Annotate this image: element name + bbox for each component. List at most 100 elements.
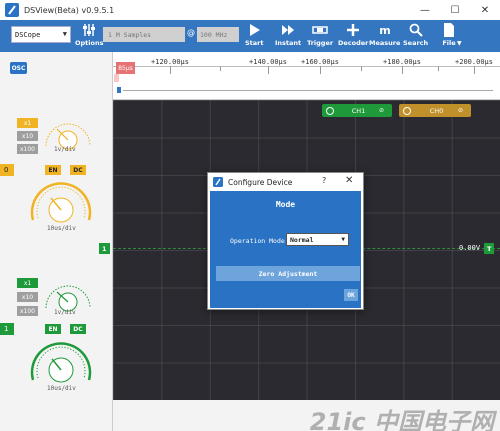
sample-rate-input[interactable]: 100 MHz	[197, 27, 239, 42]
device-select[interactable]: DSCope ▼	[11, 26, 71, 43]
dialog-heading: Mode	[275, 200, 296, 209]
ok-button[interactable]: OK	[344, 289, 358, 301]
options-label: Options	[75, 39, 104, 47]
operation-mode-label: Operation Mode	[230, 237, 285, 245]
watermark: 21ic 中国电子网	[309, 408, 494, 431]
search-label: Search	[403, 39, 429, 47]
ruler-tick-label: +200.00μs	[455, 58, 493, 66]
ruler-major-tick	[402, 66, 403, 74]
trigger-icon	[312, 26, 328, 34]
zero-adjustment-button[interactable]: Zero Adjustment	[216, 266, 360, 281]
ch0-chip-label: CH0	[429, 106, 444, 115]
instant-button[interactable]: Instant	[275, 23, 301, 51]
dialog-body: Mode Operation Mode Normal ▼ Zero Adjust…	[210, 191, 361, 308]
ruler-tick-label: +180.00μs	[383, 58, 421, 66]
ch1-vdiv-label: 1v/div	[54, 146, 76, 153]
ch0-tdiv-knob[interactable]	[26, 336, 96, 392]
ch0-level-marker[interactable]: 1	[0, 323, 14, 335]
ch0-coupling-button[interactable]: DC	[70, 324, 86, 334]
maximize-button[interactable]: ☐	[440, 0, 470, 20]
chevron-down-icon: ▼	[62, 30, 67, 38]
ch1-tdiv-knob[interactable]	[26, 176, 96, 232]
visibility-icon[interactable]: ⊘	[379, 107, 389, 114]
channel-dot-icon	[326, 106, 334, 115]
file-button[interactable]: File	[441, 23, 457, 51]
ruler-minor-tick	[220, 66, 221, 71]
window-title: DSView(Beta) v0.9.5.1	[24, 5, 115, 15]
search-button[interactable]: Search	[403, 23, 428, 51]
title-bar: DSView(Beta) v0.9.5.1 — ☐ ✕	[0, 0, 500, 20]
configure-device-dialog: Configure Device ? ✕ Mode Operation Mode…	[207, 172, 364, 310]
operation-mode-value: Normal	[290, 235, 314, 244]
visibility-icon[interactable]: ⊘	[458, 107, 468, 114]
ch1-tdiv-label: 10us/div	[47, 225, 76, 232]
ruler-minor-tick	[438, 66, 439, 71]
measure-label: Measure	[369, 39, 401, 47]
scroll-thumb[interactable]	[117, 87, 121, 93]
at-separator: @	[187, 28, 195, 37]
measure-button[interactable]: m Measure	[369, 23, 400, 51]
sample-count-input[interactable]: 1 M Samples	[103, 27, 185, 42]
channel-offset-marker[interactable]: 1	[99, 243, 110, 254]
ch0-range-x100[interactable]: x100	[17, 306, 38, 316]
mode-badge[interactable]: OSC	[10, 62, 27, 74]
ch1-enable-button[interactable]: EN	[45, 165, 61, 175]
ch1-range-x10[interactable]: x10	[17, 131, 38, 141]
ruler-tick-label: +160.00μs	[301, 58, 339, 66]
trigger-button[interactable]: Trigger	[307, 23, 333, 51]
minimize-button[interactable]: —	[410, 0, 440, 20]
ch0-range-x10[interactable]: x10	[17, 292, 38, 302]
ruler-major-tick	[320, 66, 321, 74]
channel-panel: OSC x1 x10 x100 1v/div 0 EN DC 10us/div …	[0, 52, 113, 431]
decoder-button[interactable]: Decoder	[338, 23, 368, 51]
file-icon	[444, 23, 454, 37]
voltage-readout: 0.00V	[459, 244, 481, 252]
sliders-icon	[83, 24, 96, 36]
play-icon	[250, 24, 261, 36]
decoder-label: Decoder	[338, 39, 369, 47]
dialog-titlebar: Configure Device	[208, 173, 363, 191]
start-button[interactable]: Start	[245, 23, 264, 51]
ch0-chip[interactable]: CH0 ⊘	[399, 104, 471, 117]
dialog-close-button[interactable]: ✕	[345, 175, 353, 186]
ch1-range-x100[interactable]: x100	[17, 144, 38, 154]
ch0-range-x1[interactable]: x1	[17, 278, 38, 288]
dialog-title: Configure Device	[228, 177, 293, 187]
fast-forward-icon	[282, 25, 295, 35]
cursor-time-label[interactable]: 85μs	[116, 62, 135, 74]
ruler-tick-label: +140.00μs	[249, 58, 287, 66]
ruler-major-tick	[268, 66, 269, 74]
ch1-chip-label: CH1	[351, 106, 366, 115]
close-window-button[interactable]: ✕	[470, 0, 500, 20]
time-ruler[interactable]: +120.00μs +140.00μs +160.00μs +180.00μs …	[113, 52, 500, 82]
plus-icon	[347, 24, 360, 36]
window-controls: — ☐ ✕	[410, 0, 500, 20]
operation-mode-select[interactable]: Normal ▼	[286, 233, 349, 246]
app-logo-icon	[213, 177, 223, 187]
app-logo-icon	[5, 3, 19, 17]
timeline-scrollbar[interactable]	[113, 82, 500, 100]
scroll-track	[123, 90, 493, 91]
ch1-chip[interactable]: CH1 ⊘	[322, 104, 392, 117]
file-label: File	[442, 39, 456, 47]
start-label: Start	[245, 39, 264, 47]
channel-dot-icon	[403, 106, 411, 115]
ch0-vdiv-label: 1v/div	[54, 309, 76, 316]
main-toolbar: DSCope ▼ Options 1 M Samples @ 100 MHz S…	[0, 20, 500, 52]
ch1-level-marker[interactable]: 0	[0, 164, 14, 176]
help-button[interactable]: ?	[322, 176, 326, 185]
svg-text:m: m	[379, 24, 390, 37]
options-button[interactable]: Options	[75, 23, 103, 51]
measure-icon: m	[379, 24, 390, 37]
ruler-tick-label: +120.00μs	[151, 58, 189, 66]
ch1-range-x1[interactable]: x1	[17, 118, 38, 128]
bottom-strip: 21ic 中国电子网	[113, 400, 500, 431]
trigger-marker[interactable]: T	[484, 243, 495, 254]
instant-label: Instant	[275, 39, 302, 47]
file-dropdown-chevron-icon[interactable]: ▼	[457, 40, 462, 47]
ch0-tdiv-label: 10us/div	[47, 385, 76, 392]
chevron-down-icon: ▼	[341, 236, 345, 243]
ch1-coupling-button[interactable]: DC	[70, 165, 86, 175]
ch0-enable-button[interactable]: EN	[45, 324, 61, 334]
search-icon	[409, 23, 423, 37]
